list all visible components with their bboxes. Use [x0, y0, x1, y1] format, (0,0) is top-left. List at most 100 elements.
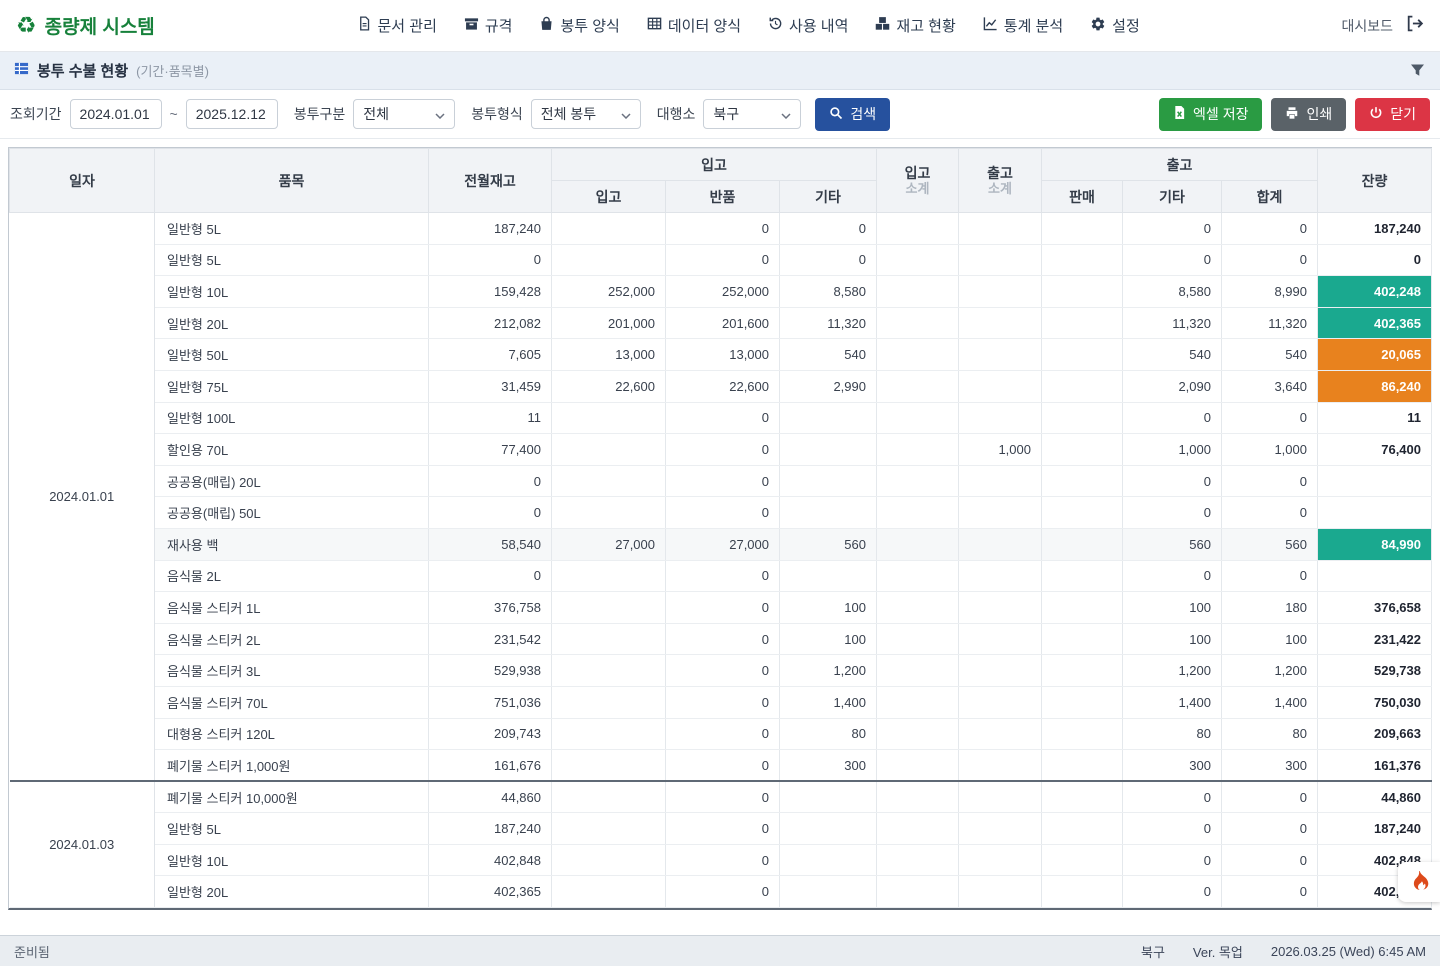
cell-out-subtotal — [959, 402, 1042, 434]
agency-label: 대행소 — [657, 104, 696, 124]
cell-remain: 187,240 — [1318, 213, 1432, 245]
cell-in-in: 201,000 — [552, 307, 666, 339]
table-row: 공공용(매립) 50L0000 — [10, 497, 1432, 529]
action-buttons: 엑셀 저장 인쇄 닫기 — [1159, 98, 1430, 131]
cell-in-subtotal — [877, 465, 959, 497]
cell-item: 일반형 75L — [155, 370, 429, 402]
cell-in-return: 0 — [666, 592, 780, 624]
agency-select[interactable]: 북구 — [703, 99, 801, 129]
nav-label: 재고 현황 — [896, 15, 955, 36]
table-row: 음식물 스티커 70L751,03601,4001,4001,400750,03… — [10, 686, 1432, 718]
cell-in-return: 0 — [666, 244, 780, 276]
cell-out-etc: 11,320 — [1123, 307, 1222, 339]
page-title-bar: 봉투 수불 현황 (기간·품목별) — [0, 52, 1440, 90]
date-to-input[interactable] — [186, 99, 278, 129]
header-item: 품목 — [155, 149, 429, 213]
header-out-etc: 기타 — [1123, 181, 1222, 213]
cell-in-subtotal — [877, 592, 959, 624]
cell-item: 일반형 20L — [155, 876, 429, 908]
cell-prev-stock: 44,860 — [429, 781, 552, 813]
cell-remain: 20,065 — [1318, 339, 1432, 371]
search-button[interactable]: 검색 — [815, 98, 890, 131]
debug-toolbar-flame-icon[interactable] — [1398, 862, 1440, 902]
cell-out-subtotal — [959, 370, 1042, 402]
cell-out-subtotal — [959, 813, 1042, 845]
cell-in-return: 0 — [666, 623, 780, 655]
cell-in-in — [552, 781, 666, 813]
search-label: 검색 — [850, 104, 876, 124]
nav-item-spec[interactable]: 규격 — [464, 15, 513, 36]
header-out-subtotal-top: 출고 — [965, 165, 1035, 183]
nav-item-bag-form[interactable]: 봉투 양식 — [539, 15, 619, 36]
cell-prev-stock: 159,428 — [429, 276, 552, 308]
cell-out-etc: 0 — [1123, 781, 1222, 813]
cell-out-total: 540 — [1222, 339, 1318, 371]
cell-remain — [1318, 497, 1432, 529]
date-from-input[interactable] — [70, 99, 162, 129]
cell-in-return: 0 — [666, 718, 780, 750]
cell-in-subtotal — [877, 813, 959, 845]
cell-in-in — [552, 844, 666, 876]
cell-out-subtotal — [959, 307, 1042, 339]
cell-in-return: 0 — [666, 781, 780, 813]
nav-item-data-form[interactable]: 데이터 양식 — [647, 15, 741, 36]
cell-remain: 750,030 — [1318, 686, 1432, 718]
nav-item-usage-history[interactable]: 사용 내역 — [768, 15, 848, 36]
nav-label: 사용 내역 — [789, 15, 848, 36]
logout-icon[interactable] — [1405, 14, 1424, 38]
cell-remain: 402,365 — [1318, 307, 1432, 339]
filter-funnel-icon[interactable] — [1409, 63, 1426, 78]
dashboard-link[interactable]: 대시보드 — [1341, 16, 1393, 36]
bag-class-select[interactable]: 전체 — [353, 99, 455, 129]
header-in-subtotal-sub: 소계 — [883, 182, 952, 196]
app-brand[interactable]: ♻ 종량제 시스템 — [16, 12, 155, 39]
bag-form-select[interactable]: 전체 봉투 — [531, 99, 641, 129]
cell-out-etc: 0 — [1123, 244, 1222, 276]
cell-in-in — [552, 813, 666, 845]
cell-out-etc: 100 — [1123, 623, 1222, 655]
excel-save-button[interactable]: 엑셀 저장 — [1159, 98, 1262, 131]
cell-in-subtotal — [877, 623, 959, 655]
cell-out-subtotal — [959, 781, 1042, 813]
print-button[interactable]: 인쇄 — [1271, 98, 1346, 131]
cell-out-sale — [1042, 813, 1123, 845]
cell-out-etc: 0 — [1123, 497, 1222, 529]
cell-in-return: 0 — [666, 844, 780, 876]
cell-item: 일반형 5L — [155, 213, 429, 245]
nav-item-inventory[interactable]: 재고 현황 — [875, 15, 955, 36]
top-navbar: ♻ 종량제 시스템 문서 관리 규격 봉투 양식 데이터 양식 사용 내역 재고… — [0, 0, 1440, 52]
nav-item-settings[interactable]: 설정 — [1090, 15, 1140, 36]
cell-prev-stock: 58,540 — [429, 528, 552, 560]
cell-item: 음식물 스티커 3L — [155, 655, 429, 687]
nav-item-documents[interactable]: 문서 관리 — [357, 15, 437, 36]
table-row: 할인용 70L77,40001,0001,0001,00076,400 — [10, 434, 1432, 466]
cell-out-total: 1,400 — [1222, 686, 1318, 718]
cell-in-return: 27,000 — [666, 528, 780, 560]
cell-prev-stock: 376,758 — [429, 592, 552, 624]
cell-item: 재사용 백 — [155, 528, 429, 560]
cell-out-etc: 0 — [1123, 876, 1222, 908]
bag-class-value: 전체 — [363, 104, 389, 124]
cell-in-etc — [780, 781, 877, 813]
cell-in-subtotal — [877, 434, 959, 466]
cell-prev-stock: 77,400 — [429, 434, 552, 466]
close-button[interactable]: 닫기 — [1355, 98, 1430, 131]
header-out-sale: 판매 — [1042, 181, 1123, 213]
cell-in-etc: 300 — [780, 750, 877, 782]
cell-remain: 44,860 — [1318, 781, 1432, 813]
table-row: 공공용(매립) 20L0000 — [10, 465, 1432, 497]
cell-out-subtotal — [959, 623, 1042, 655]
bag-icon — [539, 16, 554, 35]
cell-in-subtotal — [877, 718, 959, 750]
table-row: 일반형 20L402,365000402,365 — [10, 876, 1432, 908]
status-text: 준비됨 — [14, 942, 50, 961]
cell-out-etc: 560 — [1123, 528, 1222, 560]
cell-in-etc: 8,580 — [780, 276, 877, 308]
cell-in-in: 22,600 — [552, 370, 666, 402]
table-row: 음식물 스티커 2L231,5420100100100231,422 — [10, 623, 1432, 655]
cell-out-subtotal — [959, 655, 1042, 687]
cell-in-in — [552, 750, 666, 782]
nav-item-statistics[interactable]: 통계 분석 — [983, 15, 1063, 36]
table-grid-icon — [647, 16, 662, 35]
cell-out-etc: 80 — [1123, 718, 1222, 750]
